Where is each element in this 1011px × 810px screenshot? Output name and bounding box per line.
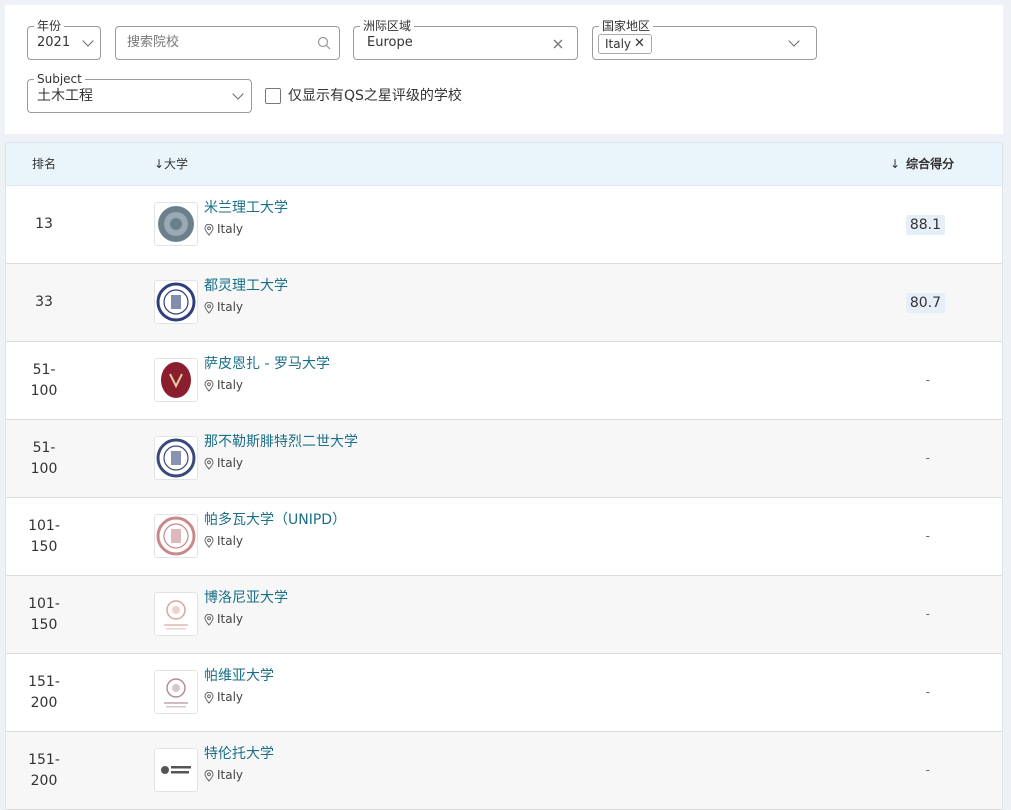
university-location: Italy <box>204 534 243 549</box>
country-select[interactable]: 国家地区 Italy ✕ <box>592 18 817 60</box>
chevron-down-icon <box>82 35 94 47</box>
rank-header[interactable]: 排名 <box>32 156 56 172</box>
subject-select[interactable]: Subject 土木工程 <box>27 71 252 113</box>
region-value: Europe <box>367 35 413 50</box>
chip-remove-icon[interactable]: ✕ <box>634 35 645 53</box>
university-location: Italy <box>204 690 243 705</box>
university-header[interactable]: ↓大学 <box>154 156 188 172</box>
table-row[interactable]: 151- 200 特伦托大学 Italy - <box>6 732 1002 810</box>
university-location: Italy <box>204 378 243 393</box>
region-select[interactable]: 洲际区域 Europe <box>353 18 578 60</box>
rank-value: 101- 150 <box>28 596 60 633</box>
score-empty: - <box>925 607 930 621</box>
university-logo[interactable] <box>154 514 198 558</box>
filter-panel: 年份 2021 搜索院校 洲际区域 Europe 国家地区 Italy ✕ Su… <box>5 5 1003 134</box>
table-row[interactable]: 51- 100 萨皮恩扎 - 罗马大学 Italy - <box>6 342 1002 420</box>
country-name: Italy <box>217 222 244 236</box>
score-empty: - <box>925 685 930 699</box>
university-name-link[interactable]: 博洛尼亚大学 <box>204 589 288 607</box>
country-name: Italy <box>217 612 244 626</box>
overall-score-header[interactable]: ↓ 综合得分 <box>890 156 954 172</box>
map-pin-icon <box>204 457 214 470</box>
rank-value: 151- 200 <box>28 752 60 789</box>
rank-value: 51- 100 <box>30 440 58 477</box>
search-input[interactable]: 搜索院校 <box>127 35 179 51</box>
table-row[interactable]: 13 米兰理工大学 Italy 88.1 <box>6 186 1002 264</box>
close-icon[interactable] <box>553 39 563 49</box>
map-pin-icon <box>204 301 214 314</box>
university-location: Italy <box>204 300 243 315</box>
table-row[interactable]: 51- 100 那不勒斯腓特烈二世大学 Italy - <box>6 420 1002 498</box>
university-name-link[interactable]: 米兰理工大学 <box>204 199 288 217</box>
year-select[interactable]: 年份 2021 <box>27 18 101 60</box>
map-pin-icon <box>204 379 214 392</box>
subject-value: 土木工程 <box>37 88 93 104</box>
subject-legend: Subject <box>34 71 85 87</box>
university-name-link[interactable]: 那不勒斯腓特烈二世大学 <box>204 433 358 451</box>
rank-value: 101- 150 <box>28 518 60 555</box>
country-name: Italy <box>217 534 244 548</box>
rank-value: 51- 100 <box>30 362 58 399</box>
map-pin-icon <box>204 535 214 548</box>
overall-score: 88.1 <box>905 215 945 235</box>
university-name-link[interactable]: 萨皮恩扎 - 罗马大学 <box>204 355 330 373</box>
chevron-down-icon <box>788 35 800 47</box>
university-location: Italy <box>204 612 243 627</box>
ranking-table: 排名 ↓大学 ↓ 综合得分 13 米兰理工大学 Italy 88.1 33 都灵理… <box>5 142 1003 810</box>
university-name-link[interactable]: 都灵理工大学 <box>204 277 288 295</box>
university-logo[interactable] <box>154 358 198 402</box>
university-location: Italy <box>204 222 243 237</box>
university-name-link[interactable]: 特伦托大学 <box>204 745 274 763</box>
university-logo[interactable] <box>154 592 198 636</box>
university-logo[interactable] <box>154 748 198 792</box>
country-name: Italy <box>217 378 244 392</box>
map-pin-icon <box>204 613 214 626</box>
university-logo[interactable] <box>154 436 198 480</box>
chevron-down-icon <box>232 88 244 100</box>
university-logo[interactable] <box>154 670 198 714</box>
map-pin-icon <box>204 769 214 782</box>
overall-score: 80.7 <box>905 293 945 313</box>
table-header: 排名 ↓大学 ↓ 综合得分 <box>6 143 1002 186</box>
country-name: Italy <box>217 690 244 704</box>
score-empty: - <box>925 451 930 465</box>
country-name: Italy <box>217 300 244 314</box>
arrow-down-icon: ↓ <box>890 157 901 171</box>
university-logo[interactable] <box>154 280 198 324</box>
university-location: Italy <box>204 456 243 471</box>
table-row[interactable]: 101- 150 帕多瓦大学（UNIPD） Italy - <box>6 498 1002 576</box>
region-legend: 洲际区域 <box>360 18 415 34</box>
table-row[interactable]: 33 都灵理工大学 Italy 80.7 <box>6 264 1002 342</box>
table-body: 13 米兰理工大学 Italy 88.1 33 都灵理工大学 Italy 80.… <box>6 186 1002 810</box>
score-empty: - <box>925 529 930 543</box>
search-field[interactable]: 搜索院校 <box>115 26 340 60</box>
rank-value: 151- 200 <box>28 674 60 711</box>
qs-stars-label[interactable]: 仅显示有QS之星评级的学校 <box>288 88 462 105</box>
rank-value: 13 <box>35 216 53 232</box>
country-name: Italy <box>217 456 244 470</box>
map-pin-icon <box>204 691 214 704</box>
country-legend: 国家地区 <box>599 18 654 34</box>
rank-value: 33 <box>35 294 53 310</box>
score-empty: - <box>925 763 930 777</box>
country-name: Italy <box>217 768 244 782</box>
table-row[interactable]: 101- 150 博洛尼亚大学 Italy - <box>6 576 1002 654</box>
search-icon <box>317 36 331 50</box>
map-pin-icon <box>204 223 214 236</box>
university-name-link[interactable]: 帕维亚大学 <box>204 667 274 685</box>
table-row[interactable]: 151- 200 帕维亚大学 Italy - <box>6 654 1002 732</box>
country-chip[interactable]: Italy ✕ <box>598 34 652 54</box>
year-value: 2021 <box>37 35 71 50</box>
country-chip-label: Italy <box>605 37 632 51</box>
university-location: Italy <box>204 768 243 783</box>
university-name-link[interactable]: 帕多瓦大学（UNIPD） <box>204 511 346 529</box>
university-logo[interactable] <box>154 202 198 246</box>
score-empty: - <box>925 373 930 387</box>
qs-stars-checkbox[interactable] <box>265 88 281 104</box>
year-legend: 年份 <box>34 18 65 34</box>
